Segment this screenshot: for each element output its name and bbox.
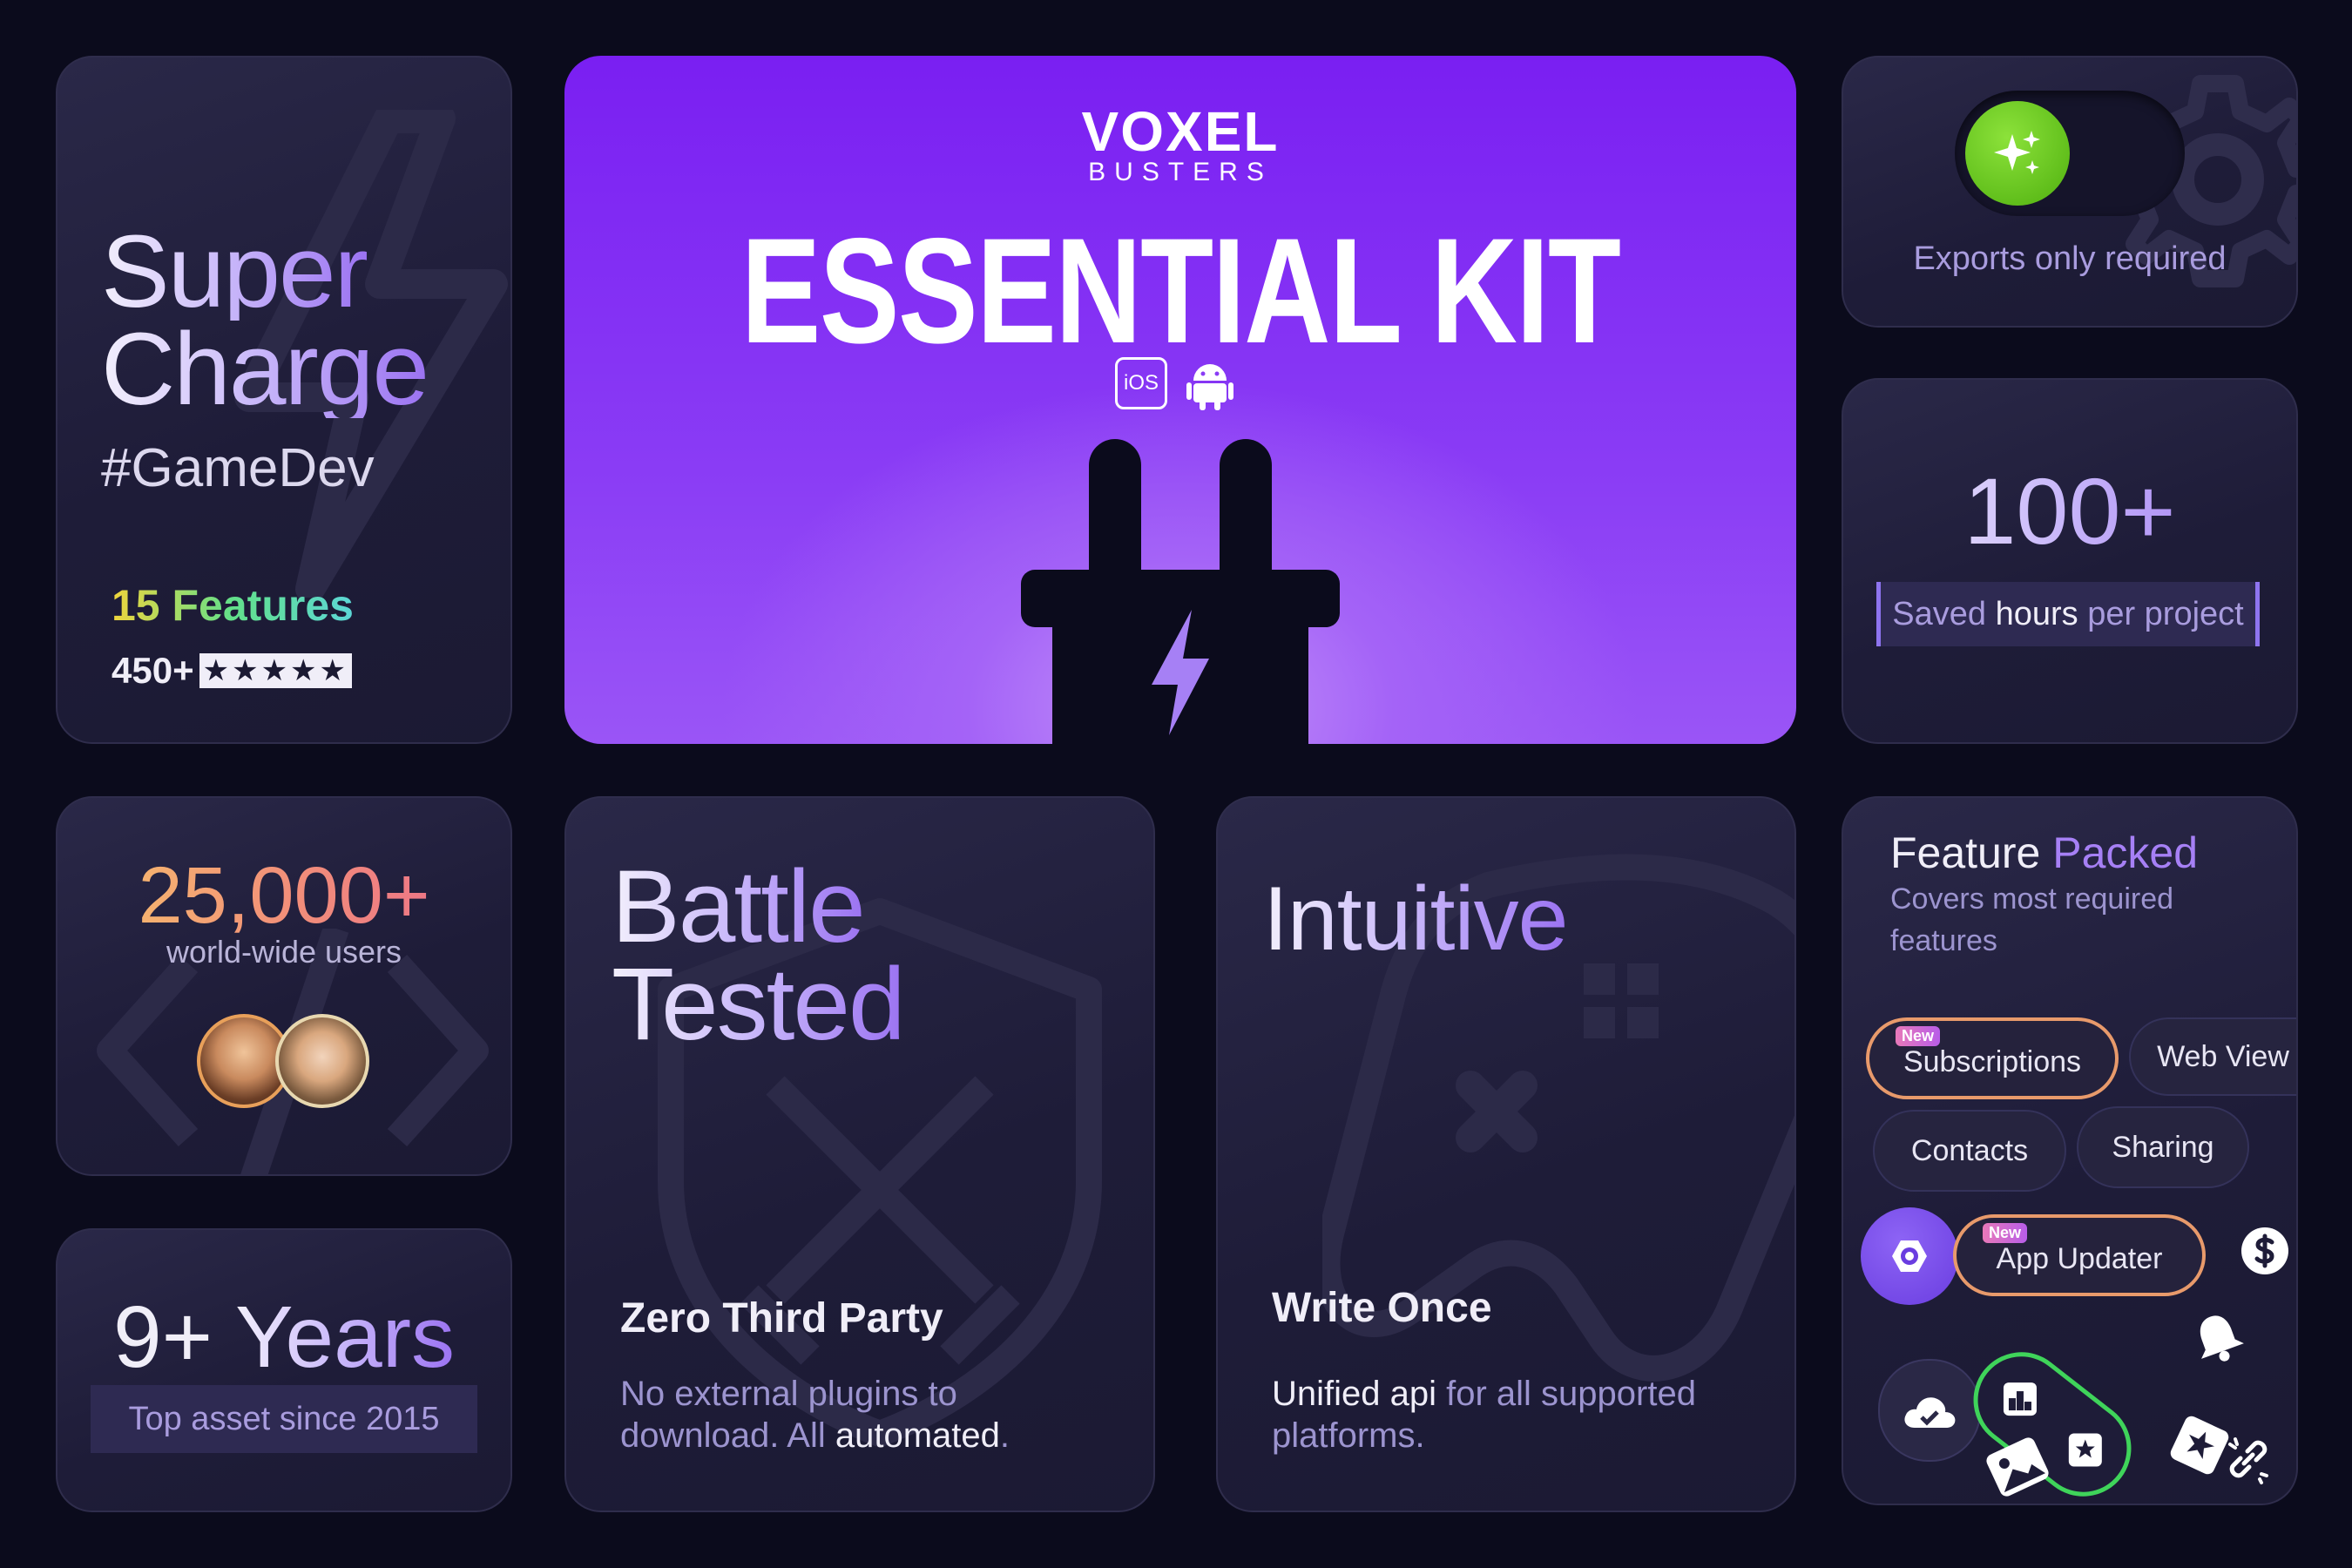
intuitive-desc: Unified api for all supported platforms. [1272, 1373, 1760, 1456]
ai-toggle[interactable] [1955, 91, 2185, 216]
chip-sharing[interactable]: Sharing [2077, 1106, 2249, 1188]
cloud-icon [1904, 1397, 1956, 1428]
users-count: 25,000+ [57, 850, 510, 942]
chip-sharing-label: Sharing [2112, 1130, 2214, 1164]
years-card: 9+ Years Top asset since 2015 [56, 1228, 512, 1512]
avatar-2 [275, 1014, 369, 1108]
cloud-button[interactable] [1878, 1359, 1981, 1462]
new-badge-app-updater: New [1983, 1223, 2028, 1243]
intuitive-heading: Write Once [1272, 1285, 1492, 1331]
chip-contacts-label: Contacts [1910, 1133, 2029, 1167]
intuitive-desc-unified: Unified api [1272, 1375, 1437, 1413]
chip-contacts[interactable]: Contacts [1873, 1110, 2066, 1192]
star-icons: ★★★★★ [199, 653, 353, 688]
saved-hours-box: Saved hours per project [1876, 582, 2260, 646]
camera-icon [1892, 1240, 1927, 1272]
features-count: 15 Features [112, 581, 354, 630]
feature-title-b: Packed [2052, 828, 2199, 877]
rating-count: 450+ [112, 650, 194, 691]
chip-web-view[interactable]: Web View [2129, 1017, 2296, 1096]
battle-line1: Battle [612, 849, 866, 964]
saved-number: 100+ [1843, 456, 2296, 565]
supercharge-line1: Super [101, 214, 368, 329]
feature-title-a: Feature [1890, 828, 2041, 877]
years-num: 9+ [112, 1288, 213, 1386]
feature-packed-card: Feature Packed Covers most required feat… [1842, 796, 2298, 1505]
battle-tested-card: Battle Tested Zero Third Party No extern… [564, 796, 1155, 1512]
android-icon [1186, 364, 1233, 410]
brand-top: VOXEL [1081, 100, 1280, 163]
new-badge-subscriptions: New [1896, 1026, 1941, 1046]
feature-title: Feature Packed [1890, 828, 2198, 878]
battle-desc-part3: . [999, 1416, 1010, 1455]
battle-desc-automated: automated [835, 1416, 1000, 1455]
years-word: Years [234, 1288, 456, 1386]
exports-text: Exports only required [1913, 240, 2227, 277]
battle-heading: Zero Third Party [620, 1295, 943, 1342]
platform-icons: iOS [1115, 356, 1233, 410]
hero-card: VOXEL BUSTERS ESSENTIAL KIT iOS [564, 56, 1796, 744]
intuitive-card: Intuitive Write Once Unified api for all… [1216, 796, 1796, 1512]
battle-desc: No external plugins to download. All aut… [620, 1373, 1073, 1456]
hashtag-gamedev: #GameDev [101, 438, 375, 498]
saved-text-pre: Saved [1892, 595, 1996, 632]
ios-icon: iOS [1115, 357, 1167, 409]
podium-icon [2003, 1382, 2037, 1416]
feature-subtitle: Covers most required features [1890, 882, 2174, 957]
battle-line2: Tested [612, 947, 906, 1062]
chip-subscriptions-label: Subscriptions [1903, 1044, 2082, 1078]
saved-text-hours: hours [1995, 595, 2078, 632]
toggle-knob [1965, 101, 2070, 206]
star-badge-icon [2068, 1433, 2102, 1467]
intuitive-title: Intuitive [1263, 868, 1568, 970]
brand-bottom: BUSTERS [1088, 158, 1273, 186]
years-subtitle: Top asset since 2015 [91, 1385, 477, 1453]
dollar-icon[interactable] [2239, 1225, 2291, 1277]
sparkle-icon [1994, 131, 2040, 174]
voxel-logo: VOXEL BUSTERS [564, 104, 1796, 186]
plug-icon [1021, 439, 1340, 744]
chip-app-updater-label: App Updater [1996, 1241, 2163, 1275]
link-icon[interactable] [2221, 1432, 2275, 1486]
chip-web-view-label: Web View [2157, 1039, 2289, 1073]
saved-hours-card: 100+ Saved hours per project [1842, 378, 2298, 744]
exports-card: Exports only required [1842, 56, 2298, 328]
supercharge-line2: Charge [101, 312, 429, 427]
hero-title: ESSENTIAL KIT [740, 207, 1621, 375]
rating-row: 450+ ★★★★★ [112, 650, 353, 692]
supercharge-card: Super Charge #GameDev 15 Features 450+ ★… [56, 56, 512, 744]
saved-text-post: per project [2078, 595, 2244, 632]
camera-button[interactable] [1861, 1207, 1958, 1305]
years-title: 9+ Years [57, 1288, 510, 1388]
users-label: world-wide users [166, 934, 402, 970]
users-card: 25,000+ world-wide users [56, 796, 512, 1176]
achievements-pill[interactable] [1954, 1333, 2151, 1504]
bell-icon[interactable] [2182, 1302, 2254, 1374]
